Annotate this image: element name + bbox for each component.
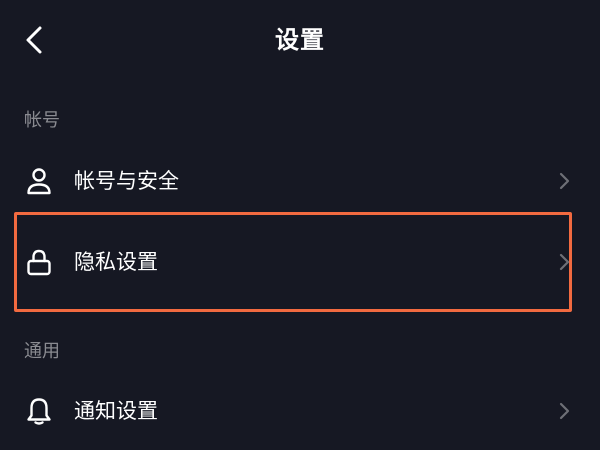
chevron-right-icon: [559, 172, 570, 190]
user-icon: [27, 168, 51, 195]
chevron-right-icon: [559, 402, 570, 420]
settings-item-label: 帐号与安全: [74, 169, 179, 193]
settings-item-account-security[interactable]: 帐号与安全: [0, 143, 600, 219]
settings-item-label: 隐私设置: [74, 250, 158, 274]
page-title: 设置: [275, 26, 325, 54]
settings-item-privacy[interactable]: 隐私设置: [0, 224, 600, 300]
chevron-right-icon: [559, 253, 570, 271]
section-header-account: 帐号: [24, 110, 60, 131]
bell-icon: [27, 398, 51, 425]
section-header-general: 通用: [24, 341, 60, 362]
lock-icon: [27, 249, 51, 276]
settings-item-label: 通知设置: [74, 399, 158, 423]
top-bar: 设置: [0, 0, 600, 82]
settings-item-notifications[interactable]: 通知设置: [0, 373, 600, 449]
